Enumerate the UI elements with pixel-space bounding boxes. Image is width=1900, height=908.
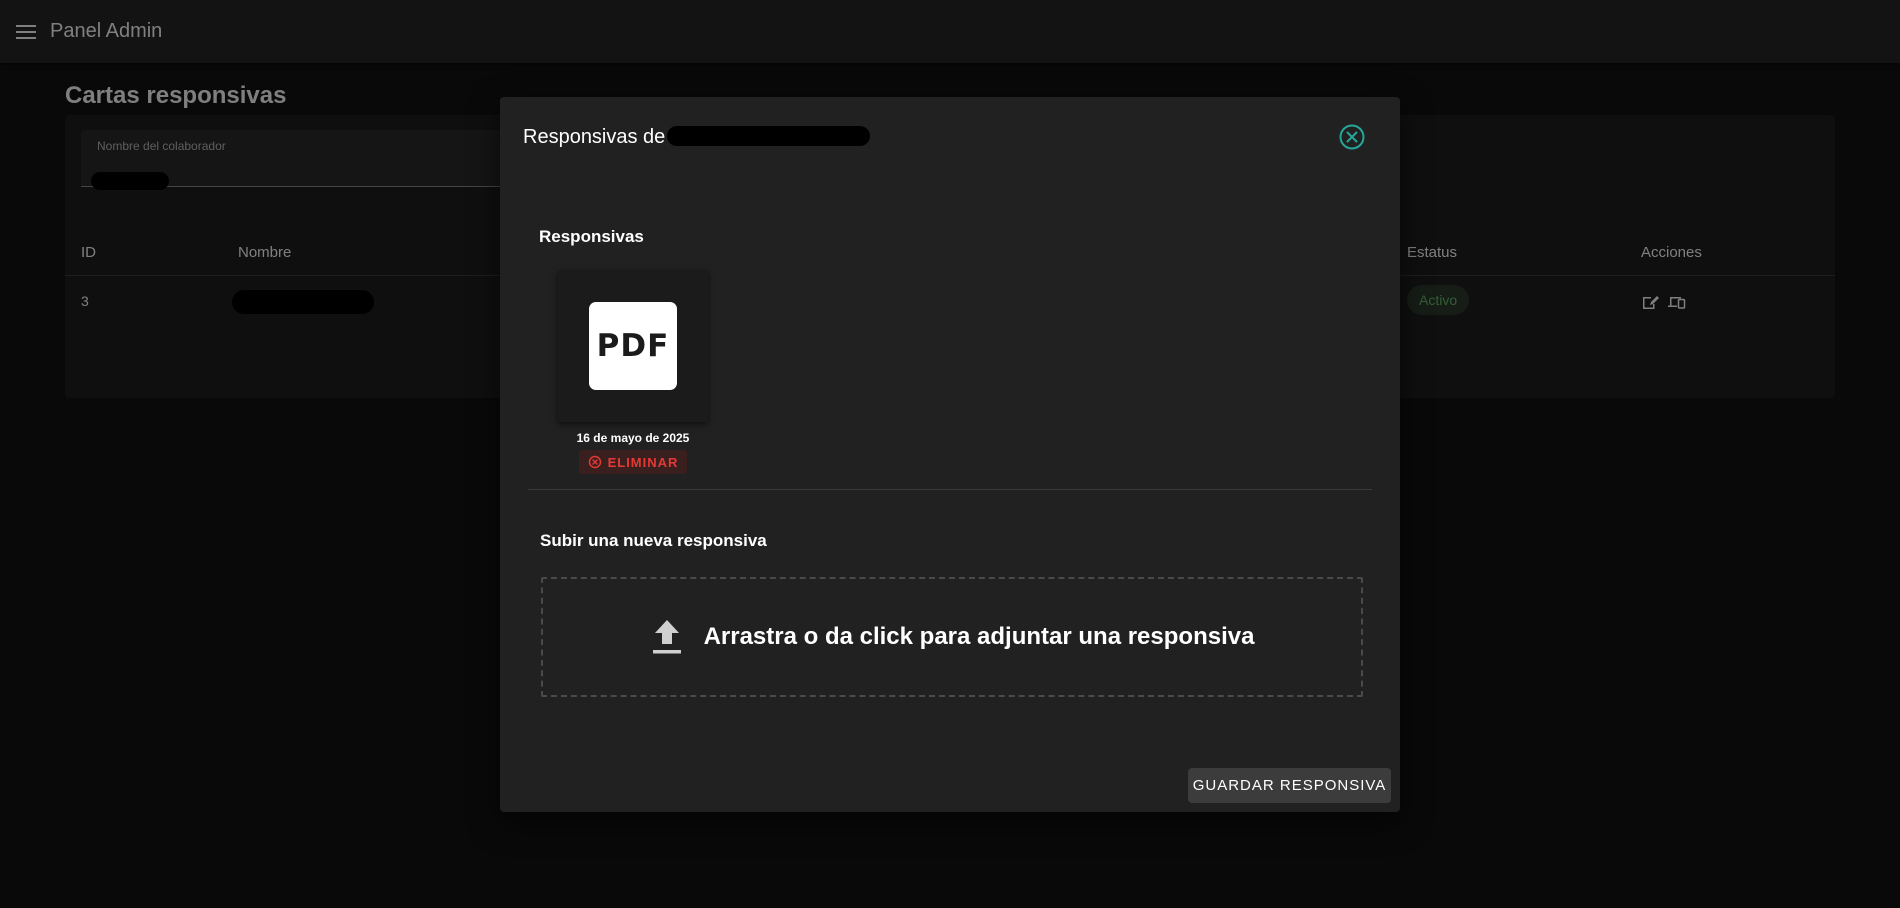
delete-circle-icon xyxy=(588,455,601,469)
save-responsiva-button[interactable]: GUARDAR RESPONSIVA xyxy=(1188,768,1391,803)
upload-section-title: Subir una nueva responsiva xyxy=(540,531,767,550)
pdf-label: PDF xyxy=(596,328,670,364)
dialog-title-redacted: ████████████ xyxy=(667,126,870,146)
pdf-file-card[interactable]: PDF xyxy=(558,270,708,422)
close-circle-icon xyxy=(1339,124,1365,150)
file-dropzone[interactable]: Arrastra o da click para adjuntar una re… xyxy=(541,577,1363,697)
pdf-icon: PDF xyxy=(589,302,677,390)
divider xyxy=(528,489,1372,490)
close-button[interactable] xyxy=(1338,123,1366,151)
files-section-title: Responsivas xyxy=(539,227,644,246)
delete-button[interactable]: ELIMINAR xyxy=(579,450,687,474)
dropzone-text: Arrastra o da click para adjuntar una re… xyxy=(703,623,1255,650)
file-date: 16 de mayo de 2025 xyxy=(576,431,690,445)
dialog-title: Responsivas de xyxy=(523,126,666,148)
upload-icon xyxy=(650,618,684,656)
responsivas-dialog: Responsivas de ████████████ Responsivas … xyxy=(500,97,1400,812)
delete-label: ELIMINAR xyxy=(607,454,679,470)
